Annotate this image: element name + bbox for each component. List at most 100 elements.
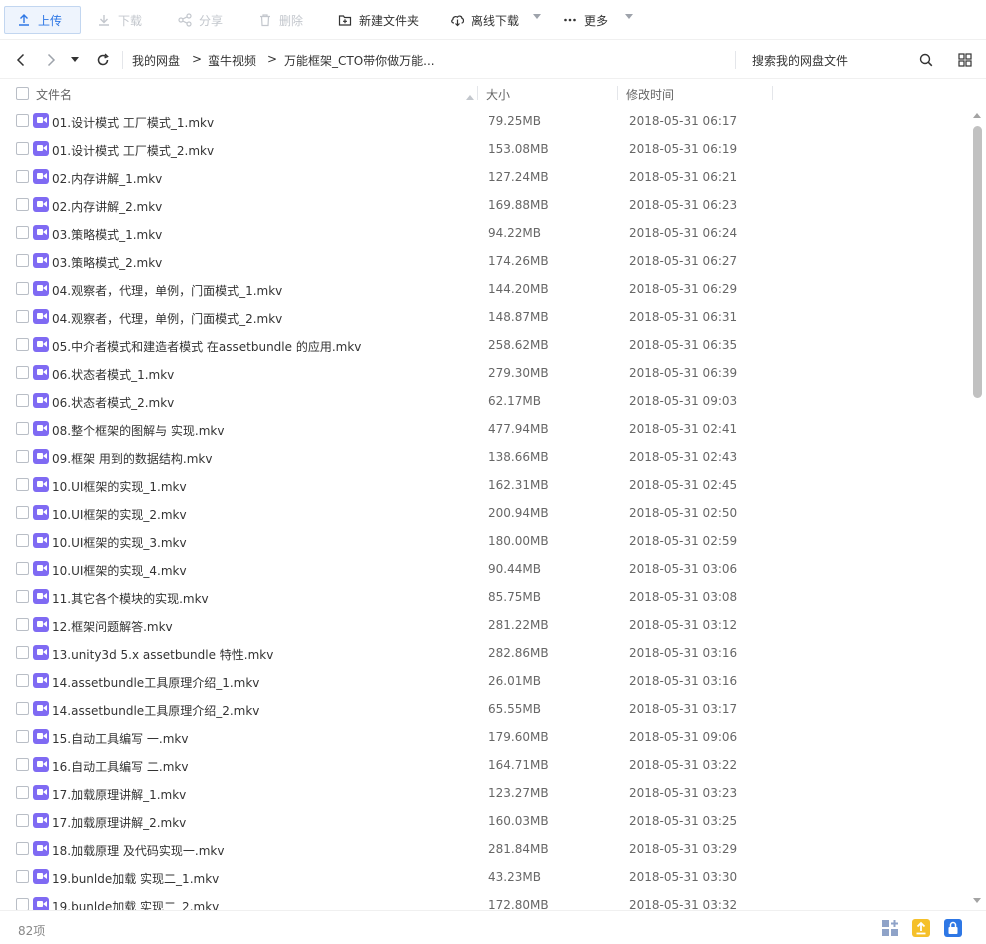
- row-checkbox[interactable]: [16, 170, 29, 183]
- file-row[interactable]: 14.assetbundle工具原理介绍_1.mkv 26.01MB 2018-05…: [0, 667, 970, 695]
- back-icon[interactable]: [12, 51, 30, 69]
- column-header-modified[interactable]: 修改时间: [626, 86, 674, 103]
- file-name[interactable]: 05.中介者模式和建造者模式 在assetbundle 的应用.mkv: [52, 338, 361, 355]
- file-row[interactable]: 01.设计模式 工厂模式_2.mkv 153.08MB 2018-05-31 06:…: [0, 135, 970, 163]
- file-name[interactable]: 01.设计模式 工厂模式_2.mkv: [52, 142, 214, 159]
- row-checkbox[interactable]: [16, 898, 29, 910]
- column-header-name[interactable]: 文件名: [36, 86, 72, 103]
- file-row[interactable]: 06.状态者模式_1.mkv 279.30MB 2018-05-31 06:39: [0, 359, 970, 387]
- file-row[interactable]: 19.bunlde加载 实现二_2.mkv 172.80MB 2018-05-31 …: [0, 891, 970, 910]
- refresh-icon[interactable]: [94, 51, 112, 69]
- new-folder-button[interactable]: 新建文件夹: [337, 6, 419, 34]
- more-button[interactable]: 更多: [562, 6, 608, 34]
- sort-icon[interactable]: [466, 90, 474, 104]
- file-name[interactable]: 10.UI框架的实现_4.mkv: [52, 562, 187, 579]
- row-checkbox[interactable]: [16, 338, 29, 351]
- file-name[interactable]: 03.策略模式_1.mkv: [52, 226, 162, 243]
- file-name[interactable]: 04.观察者，代理，单例，门面模式_1.mkv: [52, 282, 282, 299]
- file-name[interactable]: 18.加载原理 及代码实现一.mkv: [52, 842, 224, 859]
- file-name[interactable]: 17.加载原理讲解_1.mkv: [52, 786, 186, 803]
- row-checkbox[interactable]: [16, 786, 29, 799]
- row-checkbox[interactable]: [16, 506, 29, 519]
- file-row[interactable]: 04.观察者，代理，单例，门面模式_1.mkv 144.20MB 2018-05-3…: [0, 275, 970, 303]
- scroll-up-arrow-icon[interactable]: [973, 113, 981, 118]
- row-checkbox[interactable]: [16, 226, 29, 239]
- file-name[interactable]: 08.整个框架的图解与 实现.mkv: [52, 422, 224, 439]
- file-name[interactable]: 06.状态者模式_1.mkv: [52, 366, 174, 383]
- search-icon[interactable]: [917, 51, 935, 69]
- file-name[interactable]: 17.加载原理讲解_2.mkv: [52, 814, 186, 831]
- breadcrumb-item-current[interactable]: 万能框架_CTO带你做万能...: [284, 52, 435, 69]
- row-checkbox[interactable]: [16, 198, 29, 211]
- file-name[interactable]: 16.自动工具编写 二.mkv: [52, 758, 188, 775]
- file-row[interactable]: 10.UI框架的实现_1.mkv 162.31MB 2018-05-31 02:45: [0, 471, 970, 499]
- select-all-checkbox[interactable]: [16, 87, 29, 100]
- row-checkbox[interactable]: [16, 674, 29, 687]
- row-checkbox[interactable]: [16, 646, 29, 659]
- chevron-down-icon[interactable]: [625, 14, 633, 19]
- file-name[interactable]: 15.自动工具编写 一.mkv: [52, 730, 188, 747]
- row-checkbox[interactable]: [16, 618, 29, 631]
- file-name[interactable]: 14.assetbundle工具原理介绍_1.mkv: [52, 674, 259, 691]
- file-row[interactable]: 12.框架问题解答.mkv 281.22MB 2018-05-31 03:12: [0, 611, 970, 639]
- forward-icon[interactable]: [42, 51, 60, 69]
- upload-button[interactable]: 上传: [4, 6, 81, 34]
- row-checkbox[interactable]: [16, 282, 29, 295]
- file-name[interactable]: 01.设计模式 工厂模式_1.mkv: [52, 114, 214, 131]
- file-row[interactable]: 16.自动工具编写 二.mkv 164.71MB 2018-05-31 03:22: [0, 751, 970, 779]
- row-checkbox[interactable]: [16, 310, 29, 323]
- scroll-down-arrow-icon[interactable]: [973, 898, 981, 903]
- file-row[interactable]: 17.加载原理讲解_1.mkv 123.27MB 2018-05-31 03:23: [0, 779, 970, 807]
- file-row[interactable]: 08.整个框架的图解与 实现.mkv 477.94MB 2018-05-31 02:…: [0, 415, 970, 443]
- file-row[interactable]: 06.状态者模式_2.mkv 62.17MB 2018-05-31 09:03: [0, 387, 970, 415]
- row-checkbox[interactable]: [16, 114, 29, 127]
- file-name[interactable]: 19.bunlde加载 实现二_2.mkv: [52, 898, 219, 910]
- download-button[interactable]: 下载: [96, 6, 142, 34]
- column-divider[interactable]: [772, 86, 773, 100]
- file-name[interactable]: 04.观察者，代理，单例，门面模式_2.mkv: [52, 310, 282, 327]
- file-row[interactable]: 02.内存讲解_1.mkv 127.24MB 2018-05-31 06:21: [0, 163, 970, 191]
- row-checkbox[interactable]: [16, 702, 29, 715]
- file-name[interactable]: 06.状态者模式_2.mkv: [52, 394, 174, 411]
- file-name[interactable]: 10.UI框架的实现_3.mkv: [52, 534, 187, 551]
- file-row[interactable]: 03.策略模式_2.mkv 174.26MB 2018-05-31 06:27: [0, 247, 970, 275]
- file-row[interactable]: 09.框架 用到的数据结构.mkv 138.66MB 2018-05-31 02:4…: [0, 443, 970, 471]
- row-checkbox[interactable]: [16, 254, 29, 267]
- file-name[interactable]: 10.UI框架的实现_1.mkv: [52, 478, 187, 495]
- file-name[interactable]: 14.assetbundle工具原理介绍_2.mkv: [52, 702, 259, 719]
- row-checkbox[interactable]: [16, 366, 29, 379]
- file-row[interactable]: 18.加载原理 及代码实现一.mkv 281.84MB 2018-05-31 03:…: [0, 835, 970, 863]
- file-name[interactable]: 10.UI框架的实现_2.mkv: [52, 506, 187, 523]
- row-checkbox[interactable]: [16, 814, 29, 827]
- column-divider[interactable]: [617, 86, 618, 100]
- row-checkbox[interactable]: [16, 478, 29, 491]
- file-name[interactable]: 02.内存讲解_1.mkv: [52, 170, 162, 187]
- row-checkbox[interactable]: [16, 534, 29, 547]
- file-name[interactable]: 12.框架问题解答.mkv: [52, 618, 173, 635]
- row-checkbox[interactable]: [16, 842, 29, 855]
- transfer-upload-icon[interactable]: [912, 919, 930, 937]
- file-name[interactable]: 11.其它各个模块的实现.mkv: [52, 590, 209, 607]
- offline-download-button[interactable]: 离线下载: [449, 6, 519, 34]
- file-name[interactable]: 02.内存讲解_2.mkv: [52, 198, 162, 215]
- grid-view-icon[interactable]: [956, 51, 974, 69]
- row-checkbox[interactable]: [16, 394, 29, 407]
- file-name[interactable]: 09.框架 用到的数据结构.mkv: [52, 450, 212, 467]
- row-checkbox[interactable]: [16, 590, 29, 603]
- file-name[interactable]: 03.策略模式_2.mkv: [52, 254, 162, 271]
- file-row[interactable]: 13.unity3d 5.x assetbundle 特性.mkv 282.86M…: [0, 639, 970, 667]
- row-checkbox[interactable]: [16, 730, 29, 743]
- lock-icon[interactable]: [944, 919, 962, 937]
- file-row[interactable]: 11.其它各个模块的实现.mkv 85.75MB 2018-05-31 03:08: [0, 583, 970, 611]
- file-row[interactable]: 17.加载原理讲解_2.mkv 160.03MB 2018-05-31 03:25: [0, 807, 970, 835]
- delete-button[interactable]: 删除: [257, 6, 303, 34]
- file-row[interactable]: 02.内存讲解_2.mkv 169.88MB 2018-05-31 06:23: [0, 191, 970, 219]
- file-row[interactable]: 04.观察者，代理，单例，门面模式_2.mkv 148.87MB 2018-05-3…: [0, 303, 970, 331]
- row-checkbox[interactable]: [16, 870, 29, 883]
- breadcrumb-item-folder[interactable]: 蛮牛视频: [208, 52, 256, 69]
- row-checkbox[interactable]: [16, 758, 29, 771]
- column-divider[interactable]: [477, 86, 478, 100]
- file-row[interactable]: 14.assetbundle工具原理介绍_2.mkv 65.55MB 2018-05…: [0, 695, 970, 723]
- column-header-size[interactable]: 大小: [486, 86, 510, 103]
- multi-window-icon[interactable]: [881, 919, 899, 937]
